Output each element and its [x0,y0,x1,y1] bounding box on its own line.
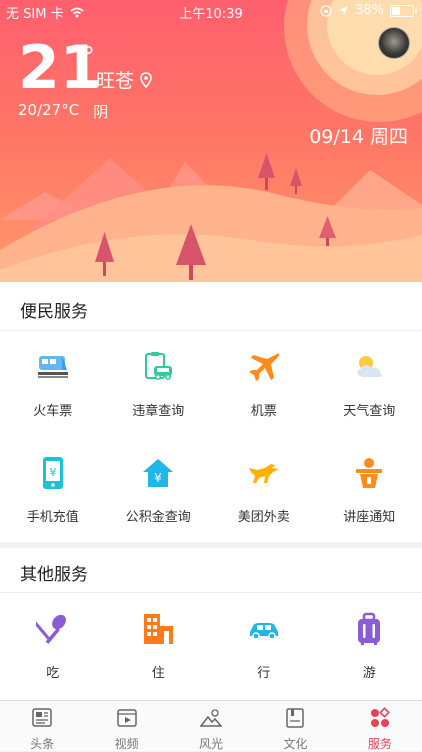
status-bar: 无 SIM 卡 上午10:39 38% [0,0,422,22]
other-services-section: 其他服务 吃 住 行 游 [0,548,422,700]
airplane-icon [247,350,281,384]
hotel-icon [141,612,175,646]
divider [0,592,422,593]
location-pin-icon [140,72,152,88]
city-selector[interactable]: 旺苍 [96,66,152,93]
traffic-violation-icon [141,350,175,384]
other-food[interactable]: 吃 [0,612,106,681]
tab-video[interactable]: 视频 [84,701,168,751]
video-icon [116,707,138,729]
other-label: 行 [211,662,317,681]
service-label: 机票 [211,400,317,419]
city-name: 旺苍 [96,66,134,93]
phone-recharge-icon: ¥ [36,456,70,490]
weather-condition: 阴 [93,101,108,122]
other-hotel[interactable]: 住 [106,612,212,681]
other-travel[interactable]: 游 [317,612,422,681]
convenience-services-section: 便民服务 火车票 违章查询 机票 天气查询 ¥ 手机充值 ¥ 公积金查询 美团外… [0,282,422,542]
car-icon [247,612,281,646]
news-icon [31,707,53,729]
battery-icon [390,5,414,17]
avatar[interactable] [378,27,410,59]
tab-label: 视频 [84,735,168,752]
section-title: 便民服务 [20,297,88,322]
service-label: 火车票 [0,400,106,419]
book-icon [284,707,306,729]
lecture-notice-icon [352,456,386,490]
services-icon [369,707,391,729]
service-lecture[interactable]: 讲座通知 [317,456,422,525]
luggage-icon [352,612,386,646]
svg-text:¥: ¥ [154,471,162,485]
section-title: 其他服务 [20,560,88,585]
food-icon [36,612,70,646]
service-meituan[interactable]: 美团外卖 [211,456,317,525]
degree-symbol: ° [82,42,95,72]
tab-label: 服务 [338,735,422,752]
tab-services[interactable]: 服务 [338,701,422,751]
tab-label: 头条 [0,735,84,752]
temp-range: 20/27°C [18,101,79,122]
service-label: 讲座通知 [317,506,422,525]
tab-culture[interactable]: 文化 [253,701,337,751]
housing-fund-icon: ¥ [141,456,175,490]
service-phone-recharge[interactable]: ¥ 手机充值 [0,456,106,525]
tab-headlines[interactable]: 头条 [0,701,84,751]
service-label: 公积金查询 [106,506,212,525]
tab-scenery[interactable]: 风光 [169,701,253,751]
scenery-icon [200,707,222,729]
service-housing-fund[interactable]: ¥ 公积金查询 [106,456,212,525]
other-label: 游 [317,662,422,681]
location-arrow-icon [338,5,349,16]
service-weather[interactable]: 天气查询 [317,350,422,419]
weather-icon [352,350,386,384]
bottom-tab-bar: 头条 视频 风光 文化 服务 [0,700,422,751]
battery-percent: 38% [355,3,384,18]
service-label: 美团外卖 [211,506,317,525]
temp-range-row: 20/27°C 阴 [18,101,108,122]
landscape-illustration [0,120,422,282]
meituan-takeaway-icon [247,456,281,490]
service-label: 手机充值 [0,506,106,525]
service-train[interactable]: 火车票 [0,350,106,419]
orientation-lock-icon [320,5,332,17]
service-label: 违章查询 [106,400,212,419]
service-label: 天气查询 [317,400,422,419]
service-flight[interactable]: 机票 [211,350,317,419]
other-transport[interactable]: 行 [211,612,317,681]
other-label: 住 [106,662,212,681]
svg-text:¥: ¥ [49,466,56,479]
weather-header: 无 SIM 卡 上午10:39 38% 21 ° 旺苍 20/27°C 阴 09… [0,0,422,282]
tab-label: 风光 [169,735,253,752]
service-traffic-violation[interactable]: 违章查询 [106,350,212,419]
tab-label: 文化 [253,735,337,752]
train-icon [36,350,70,384]
divider [0,330,422,331]
other-label: 吃 [0,662,106,681]
